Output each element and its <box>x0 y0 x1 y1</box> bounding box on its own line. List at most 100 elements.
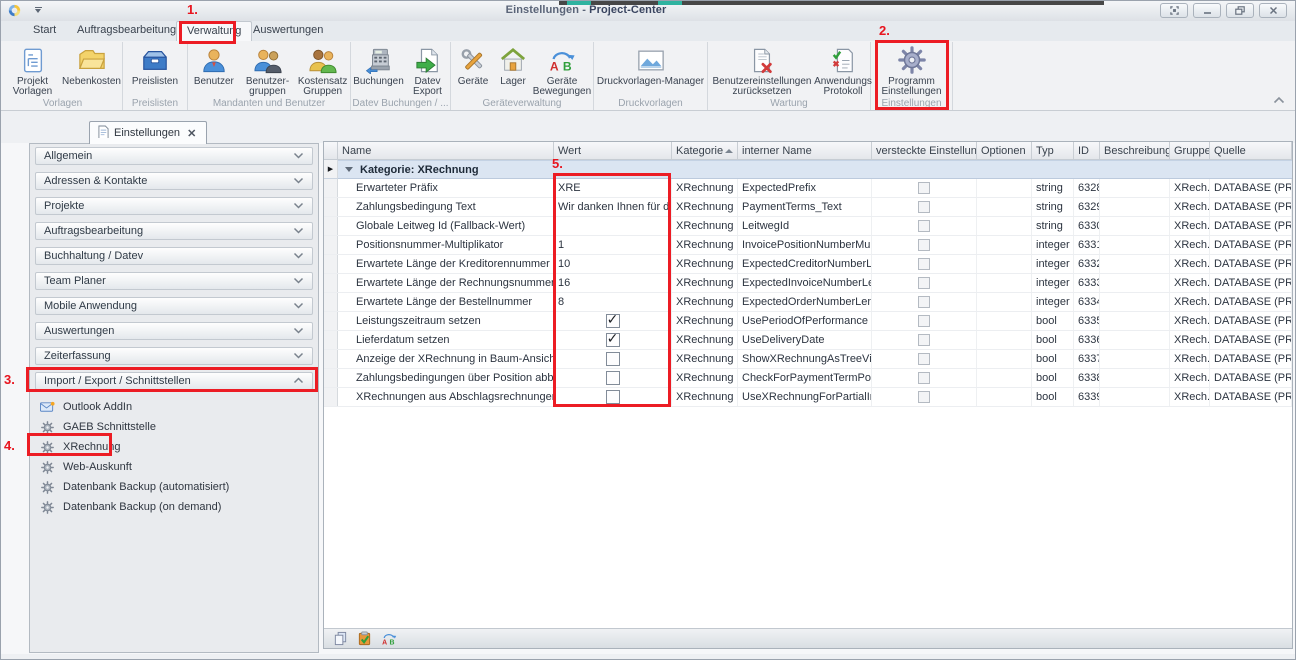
column-header-versteckte-einstellung[interactable]: versteckte Einstellung <box>872 142 977 159</box>
table-row[interactable]: Anzeige der XRechnung in Baum-AnsichtXRe… <box>324 350 1292 369</box>
close-button[interactable] <box>1259 3 1287 18</box>
ribbon-item-nebenkosten[interactable]: Nebenkosten <box>62 44 122 87</box>
hidden-setting-checkbox[interactable] <box>918 258 930 270</box>
cell-wert[interactable]: XRE <box>554 179 672 197</box>
hidden-setting-checkbox[interactable] <box>918 391 930 403</box>
sidebar-section[interactable]: Zeiterfassung <box>35 347 313 365</box>
value-checkbox[interactable] <box>606 390 620 404</box>
hidden-setting-checkbox[interactable] <box>918 353 930 365</box>
table-row[interactable]: Leistungszeitraum setzenXRechnungUsePeri… <box>324 312 1292 331</box>
cell-id: 6330 <box>1074 217 1100 235</box>
column-header-id[interactable]: ID <box>1074 142 1100 159</box>
sidebar-item[interactable]: Web-Auskunft <box>30 457 318 477</box>
value-checkbox[interactable] <box>606 352 620 366</box>
sidebar-section-label: Zeiterfassung <box>44 350 293 362</box>
close-tab-icon[interactable]: ✕ <box>185 127 198 140</box>
sidebar-section[interactable]: Adressen & Kontakte <box>35 172 313 190</box>
sidebar-section[interactable]: Projekte <box>35 197 313 215</box>
ribbon-item-benutzergruppen[interactable]: Benutzer-gruppen <box>240 44 296 97</box>
sidebar-section[interactable]: Auswertungen <box>35 322 313 340</box>
hidden-setting-checkbox[interactable] <box>918 239 930 251</box>
table-row[interactable]: Erwartete Länge der Kreditorennummer10XR… <box>324 255 1292 274</box>
ribbon-item-projekt-vorlagen[interactable]: Projekt Vorlagen <box>4 44 62 97</box>
tab-einstellungen-document[interactable]: Einstellungen ✕ <box>89 121 207 144</box>
table-row[interactable]: Erwartete Länge der Bestellnummer8XRechn… <box>324 293 1292 312</box>
hidden-setting-checkbox[interactable] <box>918 334 930 346</box>
cell-beschreibung <box>1100 198 1170 216</box>
hidden-setting-checkbox[interactable] <box>918 201 930 213</box>
validate-button[interactable] <box>356 630 373 647</box>
sidebar-item[interactable]: Datenbank Backup (automatisiert) <box>30 477 318 497</box>
table-row[interactable]: Lieferdatum setzenXRechnungUseDeliveryDa… <box>324 331 1292 350</box>
cell-wert[interactable]: 16 <box>554 274 672 292</box>
sidebar-item[interactable]: Datenbank Backup (on demand) <box>30 497 318 517</box>
ribbon-item-geraete-bewegungen[interactable]: AB Geräte Bewegungen <box>532 44 592 97</box>
value-checkbox[interactable] <box>606 371 620 385</box>
sidebar-section[interactable]: Import / Export / Schnittstellen <box>35 372 313 390</box>
cell-wert[interactable]: 10 <box>554 255 672 273</box>
sidebar-item[interactable]: Outlook AddIn <box>30 397 318 417</box>
ribbon-item-geraete[interactable]: Geräte <box>452 44 494 87</box>
tab-start[interactable]: Start <box>23 21 66 41</box>
sidebar-section[interactable]: Buchhaltung / Datev <box>35 247 313 265</box>
copy-button[interactable] <box>332 630 349 647</box>
column-header-optionen[interactable]: Optionen <box>977 142 1032 159</box>
ribbon-item-datev-export[interactable]: Datev Export <box>406 44 450 97</box>
cell-wert[interactable]: 1 <box>554 236 672 254</box>
column-header-gruppe[interactable]: Gruppe <box>1170 142 1210 159</box>
ribbon-item-buchungen[interactable]: Buchungen <box>352 44 406 87</box>
cell-beschreibung <box>1100 369 1170 387</box>
table-row[interactable]: XRechnungen aus Abschlagsrechnungen erst… <box>324 388 1292 407</box>
column-header-name[interactable]: Name <box>338 142 554 159</box>
collapse-group-icon[interactable] <box>345 167 353 172</box>
sidebar-item[interactable]: XRechnung <box>30 437 318 457</box>
table-row[interactable]: Erwarteter PräfixXREXRechnungExpectedPre… <box>324 179 1292 198</box>
value-checkbox[interactable] <box>606 314 620 328</box>
table-row[interactable]: Erwartete Länge der Rechnungsnummer16XRe… <box>324 274 1292 293</box>
hidden-setting-checkbox[interactable] <box>918 315 930 327</box>
hidden-setting-checkbox[interactable] <box>918 220 930 232</box>
sidebar-section[interactable]: Mobile Anwendung <box>35 297 313 315</box>
column-header-kategorie[interactable]: Kategorie <box>672 142 738 159</box>
annotation-number-5: 5. <box>552 156 563 171</box>
table-row[interactable]: Zahlungsbedingung TextWir danken Ihnen f… <box>324 198 1292 217</box>
ribbon-item-benutzer[interactable]: Benutzer <box>188 44 240 87</box>
movements-button[interactable]: AB <box>380 630 397 647</box>
cell-wert[interactable] <box>554 217 672 235</box>
tab-auswertungen[interactable]: Auswertungen <box>243 21 333 41</box>
column-header-quelle[interactable]: Quelle <box>1210 142 1292 159</box>
cell-wert[interactable]: Wir danken Ihnen für dies... <box>554 198 672 216</box>
minimize-button[interactable] <box>1193 3 1221 18</box>
column-header-wert[interactable]: Wert <box>554 142 672 159</box>
ribbon-item-programm-einstellungen[interactable]: Programm Einstellungen <box>874 44 950 97</box>
sidebar-item[interactable]: GAEB Schnittstelle <box>30 417 318 437</box>
ribbon-item-benutzereinstellungen-zuruecksetzen[interactable]: Benutzereinstellungen zurücksetzen <box>708 44 816 97</box>
ribbon-item-lager[interactable]: Lager <box>494 44 532 87</box>
group-row[interactable]: ▶ Kategorie: XRechnung <box>324 160 1292 179</box>
column-header-beschreibung[interactable]: Beschreibung <box>1100 142 1170 159</box>
collapse-ribbon-button[interactable] <box>1273 95 1285 107</box>
column-header-typ[interactable]: Typ <box>1032 142 1074 159</box>
hidden-setting-checkbox[interactable] <box>918 296 930 308</box>
table-row[interactable]: Zahlungsbedingungen über Position abbild… <box>324 369 1292 388</box>
restore-button[interactable] <box>1226 3 1254 18</box>
hidden-setting-checkbox[interactable] <box>918 372 930 384</box>
value-checkbox[interactable] <box>606 333 620 347</box>
column-header-interner-name[interactable]: interner Name <box>738 142 872 159</box>
hidden-setting-checkbox[interactable] <box>918 182 930 194</box>
fullscreen-button[interactable] <box>1160 3 1188 18</box>
cell-typ: integer <box>1032 255 1074 273</box>
sidebar-section[interactable]: Allgemein <box>35 147 313 165</box>
ribbon-item-kostensatz-gruppen[interactable]: Kostensatz Gruppen <box>295 44 350 97</box>
ribbon-item-anwendungs-protokoll[interactable]: Anwendungs Protokoll <box>816 44 870 97</box>
sidebar-section[interactable]: Auftragsbearbeitung <box>35 222 313 240</box>
tab-verwaltung[interactable]: Verwaltung <box>176 21 252 41</box>
tab-auftragsbearbeitung[interactable]: Auftragsbearbeitung <box>67 21 186 41</box>
table-row[interactable]: Globale Leitweg Id (Fallback-Wert)XRechn… <box>324 217 1292 236</box>
sidebar-section[interactable]: Team Planer <box>35 272 313 290</box>
cell-wert[interactable]: 8 <box>554 293 672 311</box>
table-row[interactable]: Positionsnummer-Multiplikator1XRechnungI… <box>324 236 1292 255</box>
hidden-setting-checkbox[interactable] <box>918 277 930 289</box>
ribbon-item-druckvorlagen-manager[interactable]: Druckvorlagen-Manager <box>595 44 707 87</box>
ribbon-item-preislisten[interactable]: Preislisten <box>124 44 186 87</box>
